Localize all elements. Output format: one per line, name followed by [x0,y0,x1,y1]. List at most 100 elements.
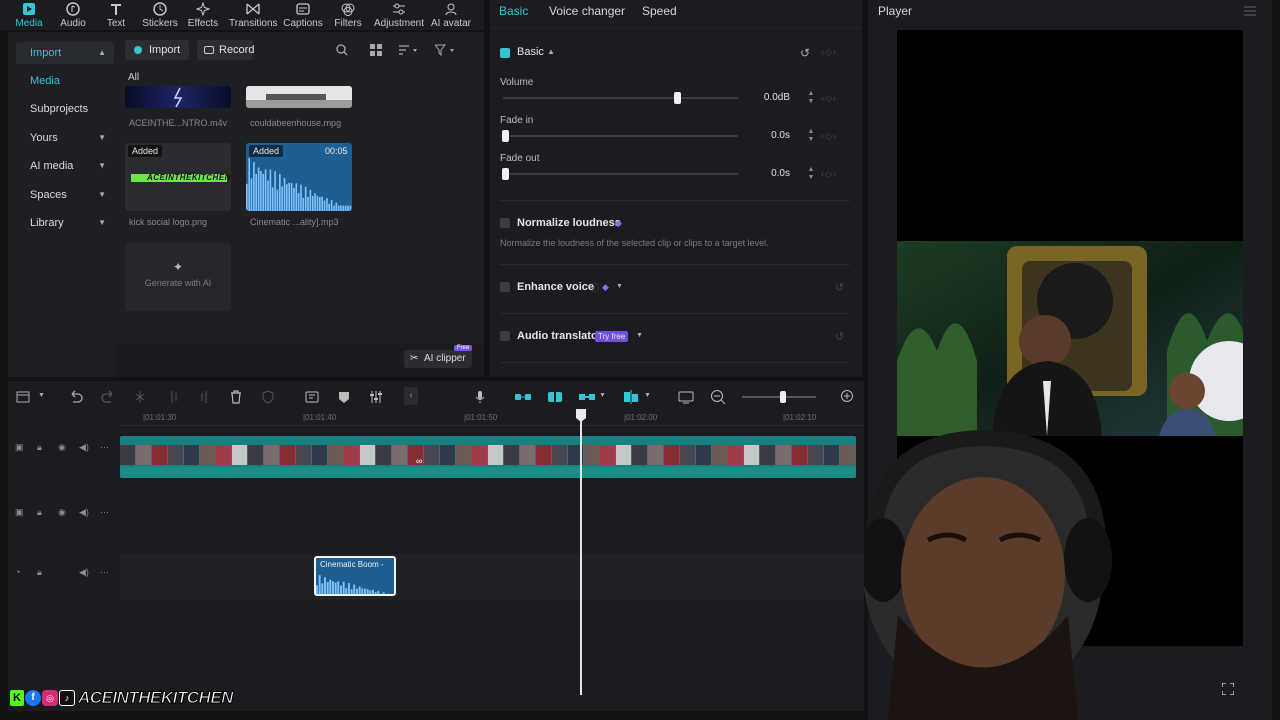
link-clips-icon[interactable] [514,389,532,405]
more-icon[interactable]: ··· [100,442,109,452]
magnet-icon[interactable] [546,389,564,405]
lock-icon[interactable]: 🔒︎ [37,567,42,578]
tab-adjustment[interactable]: Adjustment [372,0,426,30]
zoom-in-icon[interactable] [840,389,856,405]
video-clip[interactable] [120,436,856,478]
search-icon[interactable] [336,44,348,56]
volume-value[interactable]: 0.0dB [742,88,794,108]
keyframe-icon[interactable]: ‹◇› [821,169,837,180]
tab-text[interactable]: Text [92,0,140,30]
info-icon[interactable]: ⓘ [590,281,599,294]
freeze-icon[interactable] [304,389,320,405]
tab-audio[interactable]: Audio [49,0,97,30]
split-right-icon[interactable] [196,389,212,405]
zoom-slider-handle[interactable] [779,391,786,403]
redo-icon[interactable] [100,389,116,405]
enhance-voice-checkbox[interactable] [500,282,510,292]
delete-icon[interactable] [228,389,244,405]
import-button[interactable]: Import [125,40,189,60]
chevron-down-icon[interactable]: ▼ [599,392,606,399]
reset-icon[interactable]: ↺ [800,46,810,60]
grid-view-icon[interactable] [370,44,382,56]
speaker-icon[interactable]: ◀) [79,442,89,453]
speaker-icon[interactable]: ◀) [79,567,89,578]
split-icon[interactable] [132,389,148,405]
chevron-up-icon[interactable]: ▲ [547,47,555,56]
keyframe-icon[interactable]: ‹◇› [821,131,837,142]
playhead[interactable] [575,409,587,699]
collapse-toolbar-button[interactable]: ‹ [404,387,418,405]
audio-clip[interactable]: Cinematic Boom - [314,556,396,596]
lock-icon[interactable]: 🔒︎ [37,507,42,518]
adjustment-icon [393,3,405,15]
tab-speed[interactable]: Speed [642,4,677,18]
volume-stepper[interactable]: ▲ ▼ [806,90,816,106]
tab-basic[interactable]: Basic [499,4,528,18]
menu-icon[interactable] [1244,6,1256,16]
tab-transitions[interactable]: Transitions [229,0,278,30]
fade-out-stepper[interactable]: ▲ ▼ [806,166,816,182]
snap-icon[interactable] [578,389,596,405]
marker-icon[interactable] [336,389,352,405]
sidebar-item-yours[interactable]: Yours ▼ [16,127,114,149]
tab-media[interactable]: Media [5,0,53,30]
keyframe-icon[interactable]: ‹◇› [821,93,837,104]
keyframe-icon[interactable]: ‹◇› [821,47,837,58]
fullscreen-icon[interactable] [1222,683,1234,695]
tab-filters[interactable]: Filters [324,0,372,30]
tab-ai-avatar[interactable]: AI avatar [426,0,476,30]
sidebar-item-library[interactable]: Library ▼ [16,212,114,234]
chevron-down-icon[interactable]: ▼ [38,392,45,399]
audio-translator-checkbox[interactable] [500,331,510,341]
generate-with-ai-card[interactable]: ✦ Generate with AI [125,243,231,311]
filter-icon[interactable] [435,44,457,56]
reset-icon[interactable]: ↺ [835,281,844,294]
fade-in-slider-track[interactable] [503,135,738,137]
tab-stickers[interactable]: Stickers [136,0,184,30]
fade-in-value[interactable]: 0.0s [742,126,794,146]
sidebar-item-import[interactable]: Import ▲ [16,42,114,64]
more-icon[interactable]: ··· [100,567,109,577]
chevron-down-icon[interactable]: ▼ [616,283,623,290]
tab-voice-changer[interactable]: Voice changer [549,4,625,18]
audio-mixer-icon[interactable] [368,389,384,405]
zoom-out-icon[interactable] [710,389,726,405]
fade-in-stepper[interactable]: ▲ ▼ [806,128,816,144]
media-thumbnail[interactable] [125,86,231,108]
fade-in-slider-handle[interactable] [502,130,509,142]
sidebar-item-ai-media[interactable]: AI media ▼ [16,155,114,177]
sidebar-item-media[interactable]: Media [16,70,114,92]
media-thumbnail[interactable] [246,86,352,108]
speaker-icon[interactable]: ◀) [79,507,89,518]
more-icon[interactable]: ··· [100,507,109,517]
ai-clipper-button[interactable]: ✂ AI clipper [404,350,472,368]
layout-icon[interactable] [16,389,32,405]
chevron-down-icon[interactable]: ▼ [644,392,651,399]
fade-out-value[interactable]: 0.0s [742,164,794,184]
normalize-checkbox[interactable] [500,218,510,228]
screen-icon[interactable] [678,389,694,405]
volume-slider-handle[interactable] [673,92,681,104]
eye-icon[interactable]: ◉ [58,442,66,453]
undo-icon[interactable] [68,389,84,405]
basic-checkbox[interactable] [500,48,510,58]
sidebar-item-spaces[interactable]: Spaces ▼ [16,184,114,206]
split-left-icon[interactable] [166,389,182,405]
lock-icon[interactable]: 🔒︎ [37,442,42,453]
filter-all-label[interactable]: All [128,72,139,83]
microphone-icon[interactable] [472,389,488,405]
shield-icon[interactable] [260,389,276,405]
preview-axis-icon[interactable] [622,389,640,405]
reset-icon[interactable]: ↺ [835,330,844,343]
volume-slider-track[interactable] [503,97,738,99]
fade-out-slider-track[interactable] [503,173,738,175]
tab-effects[interactable]: Effects [179,0,227,30]
eye-icon[interactable]: ◉ [58,507,66,518]
fade-out-slider-handle[interactable] [502,168,509,180]
sort-icon[interactable] [399,44,419,56]
record-button[interactable]: Record [197,40,254,60]
chevron-down-icon[interactable]: ▼ [636,332,643,339]
sidebar-item-subprojects[interactable]: Subprojects [16,98,114,120]
film-frame [488,445,503,465]
tab-captions[interactable]: Captions [279,0,327,30]
